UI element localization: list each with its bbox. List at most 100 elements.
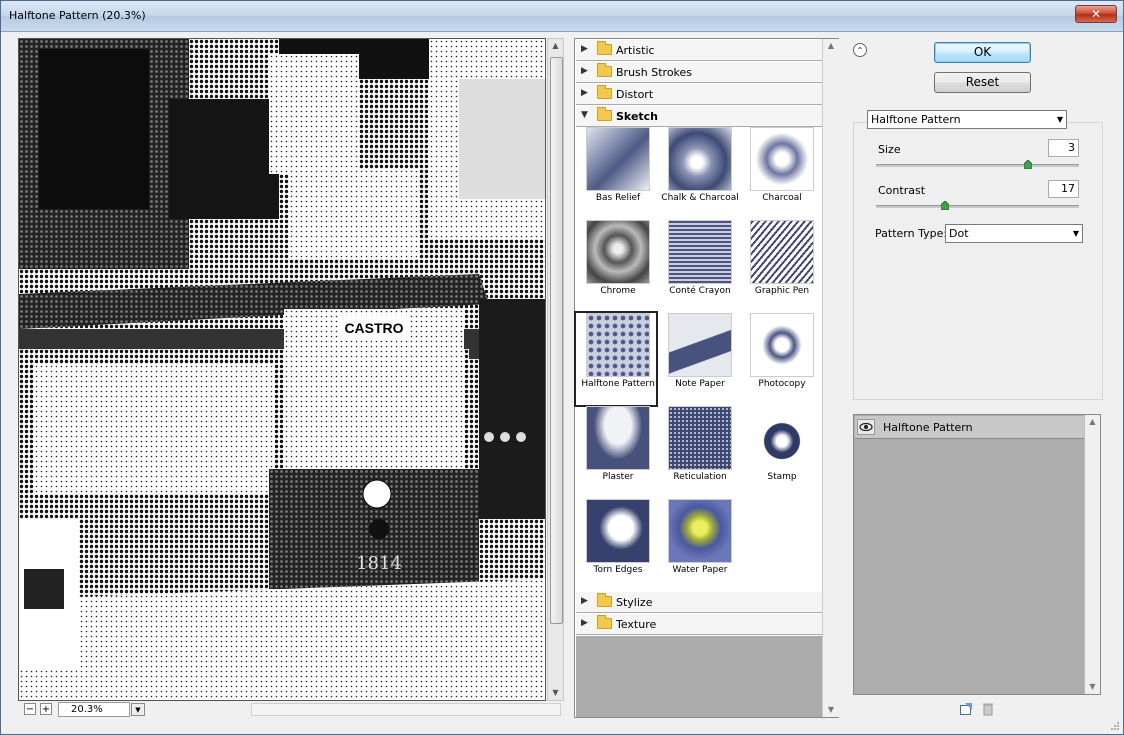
chevron-down-icon: ▼ xyxy=(1072,229,1079,238)
filter-preview-image xyxy=(750,127,814,191)
filter-preview-image xyxy=(668,220,732,284)
close-button[interactable]: ✕ xyxy=(1075,5,1117,23)
category-label: Sketch xyxy=(616,110,659,123)
preview-zoom-bar: − + 20.3% ▼ xyxy=(18,702,564,718)
ok-button[interactable]: OK xyxy=(934,42,1031,63)
scroll-thumb[interactable] xyxy=(550,57,563,624)
scroll-up-arrow-icon[interactable]: ▲ xyxy=(1085,415,1100,429)
pattern-type-dropdown[interactable]: Dot ▼ xyxy=(945,224,1083,243)
filter-preview-image xyxy=(668,406,732,470)
effect-layers-panel: Halftone Pattern ▲ ▼ xyxy=(853,414,1101,695)
scroll-up-arrow-icon[interactable]: ▲ xyxy=(823,39,839,53)
reset-button[interactable]: Reset xyxy=(934,72,1031,93)
preview-horizontal-scrollbar[interactable] xyxy=(251,703,561,716)
folder-icon xyxy=(597,107,612,121)
filter-thumb-chrome[interactable]: Chrome xyxy=(576,220,656,312)
filter-label: Conté Crayon xyxy=(669,286,731,296)
filter-label: Reticulation xyxy=(673,472,727,482)
eye-icon[interactable] xyxy=(857,419,875,435)
size-label: Size xyxy=(878,143,901,156)
filter-preview-image xyxy=(586,499,650,563)
zoom-out-button[interactable]: − xyxy=(24,703,36,715)
image-preview[interactable]: CASTRO 1814 xyxy=(18,38,546,701)
category-sketch[interactable]: ▼ Sketch xyxy=(576,106,822,127)
preview-vertical-scrollbar[interactable]: ▲ ▼ xyxy=(547,38,564,701)
scroll-up-arrow-icon[interactable]: ▲ xyxy=(548,39,563,53)
filter-thumb-plaster[interactable]: Plaster xyxy=(576,406,656,498)
gallery-scrollbar[interactable]: ▲ ▼ xyxy=(822,39,839,717)
size-input[interactable]: 3 xyxy=(1048,139,1079,157)
expand-arrow-icon[interactable]: ▶ xyxy=(581,66,588,76)
scroll-down-arrow-icon[interactable]: ▼ xyxy=(548,686,563,700)
zoom-dropdown-icon[interactable]: ▼ xyxy=(131,703,145,716)
title-bar[interactable]: Halftone Pattern (20.3%) ✕ xyxy=(1,1,1123,32)
filter-preview-image xyxy=(586,127,650,191)
filter-thumb-photocopy[interactable]: Photocopy xyxy=(740,313,820,405)
preview-image: CASTRO 1814 xyxy=(19,39,545,700)
filter-thumb-note-paper[interactable]: Note Paper xyxy=(658,313,738,405)
filter-label: Note Paper xyxy=(675,379,725,389)
filter-select-value: Halftone Pattern xyxy=(871,113,961,126)
sketch-thumbnail-grid: Bas Relief Chalk & Charcoal Charcoal Chr… xyxy=(574,127,822,592)
window-title: Halftone Pattern (20.3%) xyxy=(9,9,146,22)
filter-select-dropdown[interactable]: Halftone Pattern ▼ xyxy=(867,110,1067,129)
category-label: Distort xyxy=(616,88,654,101)
resize-grip-icon[interactable] xyxy=(1110,721,1120,731)
category-texture[interactable]: ▶ Texture xyxy=(576,614,822,635)
filter-preview-image xyxy=(668,499,732,563)
size-slider-track[interactable] xyxy=(876,164,1079,167)
category-artistic[interactable]: ▶ Artistic xyxy=(576,40,822,61)
contrast-input[interactable]: 17 xyxy=(1048,180,1079,198)
filter-thumb-reticulation[interactable]: Reticulation xyxy=(658,406,738,498)
scroll-down-arrow-icon[interactable]: ▼ xyxy=(1085,680,1100,694)
scroll-down-arrow-icon[interactable]: ▼ xyxy=(823,703,839,717)
category-label: Brush Strokes xyxy=(616,66,693,79)
filter-label: Chrome xyxy=(600,286,636,296)
category-label: Texture xyxy=(616,618,657,631)
filter-preview-image xyxy=(750,313,814,377)
trash-icon[interactable] xyxy=(981,702,995,716)
new-effect-layer-icon[interactable] xyxy=(959,702,973,716)
filter-thumb-halftone-pattern[interactable]: Halftone Pattern xyxy=(574,311,658,407)
expand-arrow-icon[interactable]: ▶ xyxy=(581,596,588,606)
collapse-arrow-icon[interactable]: ▼ xyxy=(581,110,588,120)
category-label: Stylize xyxy=(616,596,653,609)
filter-label: Photocopy xyxy=(758,379,806,389)
category-brush-strokes[interactable]: ▶ Brush Strokes xyxy=(576,62,822,83)
effect-layer-row[interactable]: Halftone Pattern xyxy=(855,416,1084,439)
contrast-slider-knob[interactable] xyxy=(941,201,950,210)
filter-label: Stamp xyxy=(767,472,797,482)
chevron-down-icon: ▼ xyxy=(1056,115,1063,124)
filter-thumb-stamp[interactable]: Stamp xyxy=(740,406,820,498)
pattern-type-value: Dot xyxy=(949,227,969,240)
filter-thumb-chalk-charcoal[interactable]: Chalk & Charcoal xyxy=(658,127,739,219)
collapse-gallery-icon[interactable]: ⌃ xyxy=(853,43,867,57)
filter-thumb-conte-crayon[interactable]: Conté Crayon xyxy=(658,220,738,312)
layers-scrollbar[interactable]: ▲ ▼ xyxy=(1084,415,1100,694)
filter-label: Halftone Pattern xyxy=(581,379,655,389)
filter-thumb-graphic-pen[interactable]: Graphic Pen xyxy=(740,220,820,312)
expand-arrow-icon[interactable]: ▶ xyxy=(581,88,588,98)
zoom-in-button[interactable]: + xyxy=(40,703,52,715)
filter-label: Graphic Pen xyxy=(754,286,810,296)
folder-icon xyxy=(597,41,612,55)
folder-icon xyxy=(597,593,612,607)
tram-sign-text: CASTRO xyxy=(344,320,403,336)
filter-label: Water Paper xyxy=(672,565,728,575)
contrast-slider-track[interactable] xyxy=(876,205,1079,208)
gallery-empty-area xyxy=(576,636,822,717)
filter-label: Torn Edges xyxy=(593,565,643,575)
expand-arrow-icon[interactable]: ▶ xyxy=(581,44,588,54)
category-distort[interactable]: ▶ Distort xyxy=(576,84,822,105)
filter-thumb-water-paper[interactable]: Water Paper xyxy=(658,499,738,591)
filter-thumb-torn-edges[interactable]: Torn Edges xyxy=(576,499,656,591)
filter-thumb-charcoal[interactable]: Charcoal xyxy=(740,127,820,219)
zoom-level-field[interactable]: 20.3% xyxy=(58,702,130,717)
expand-arrow-icon[interactable]: ▶ xyxy=(581,618,588,628)
category-stylize[interactable]: ▶ Stylize xyxy=(576,592,822,613)
filter-thumb-bas-relief[interactable]: Bas Relief xyxy=(576,127,656,219)
filter-label: Charcoal xyxy=(762,193,802,203)
contrast-label: Contrast xyxy=(878,184,926,197)
size-slider-knob[interactable] xyxy=(1024,160,1033,169)
filter-label: Plaster xyxy=(602,472,634,482)
